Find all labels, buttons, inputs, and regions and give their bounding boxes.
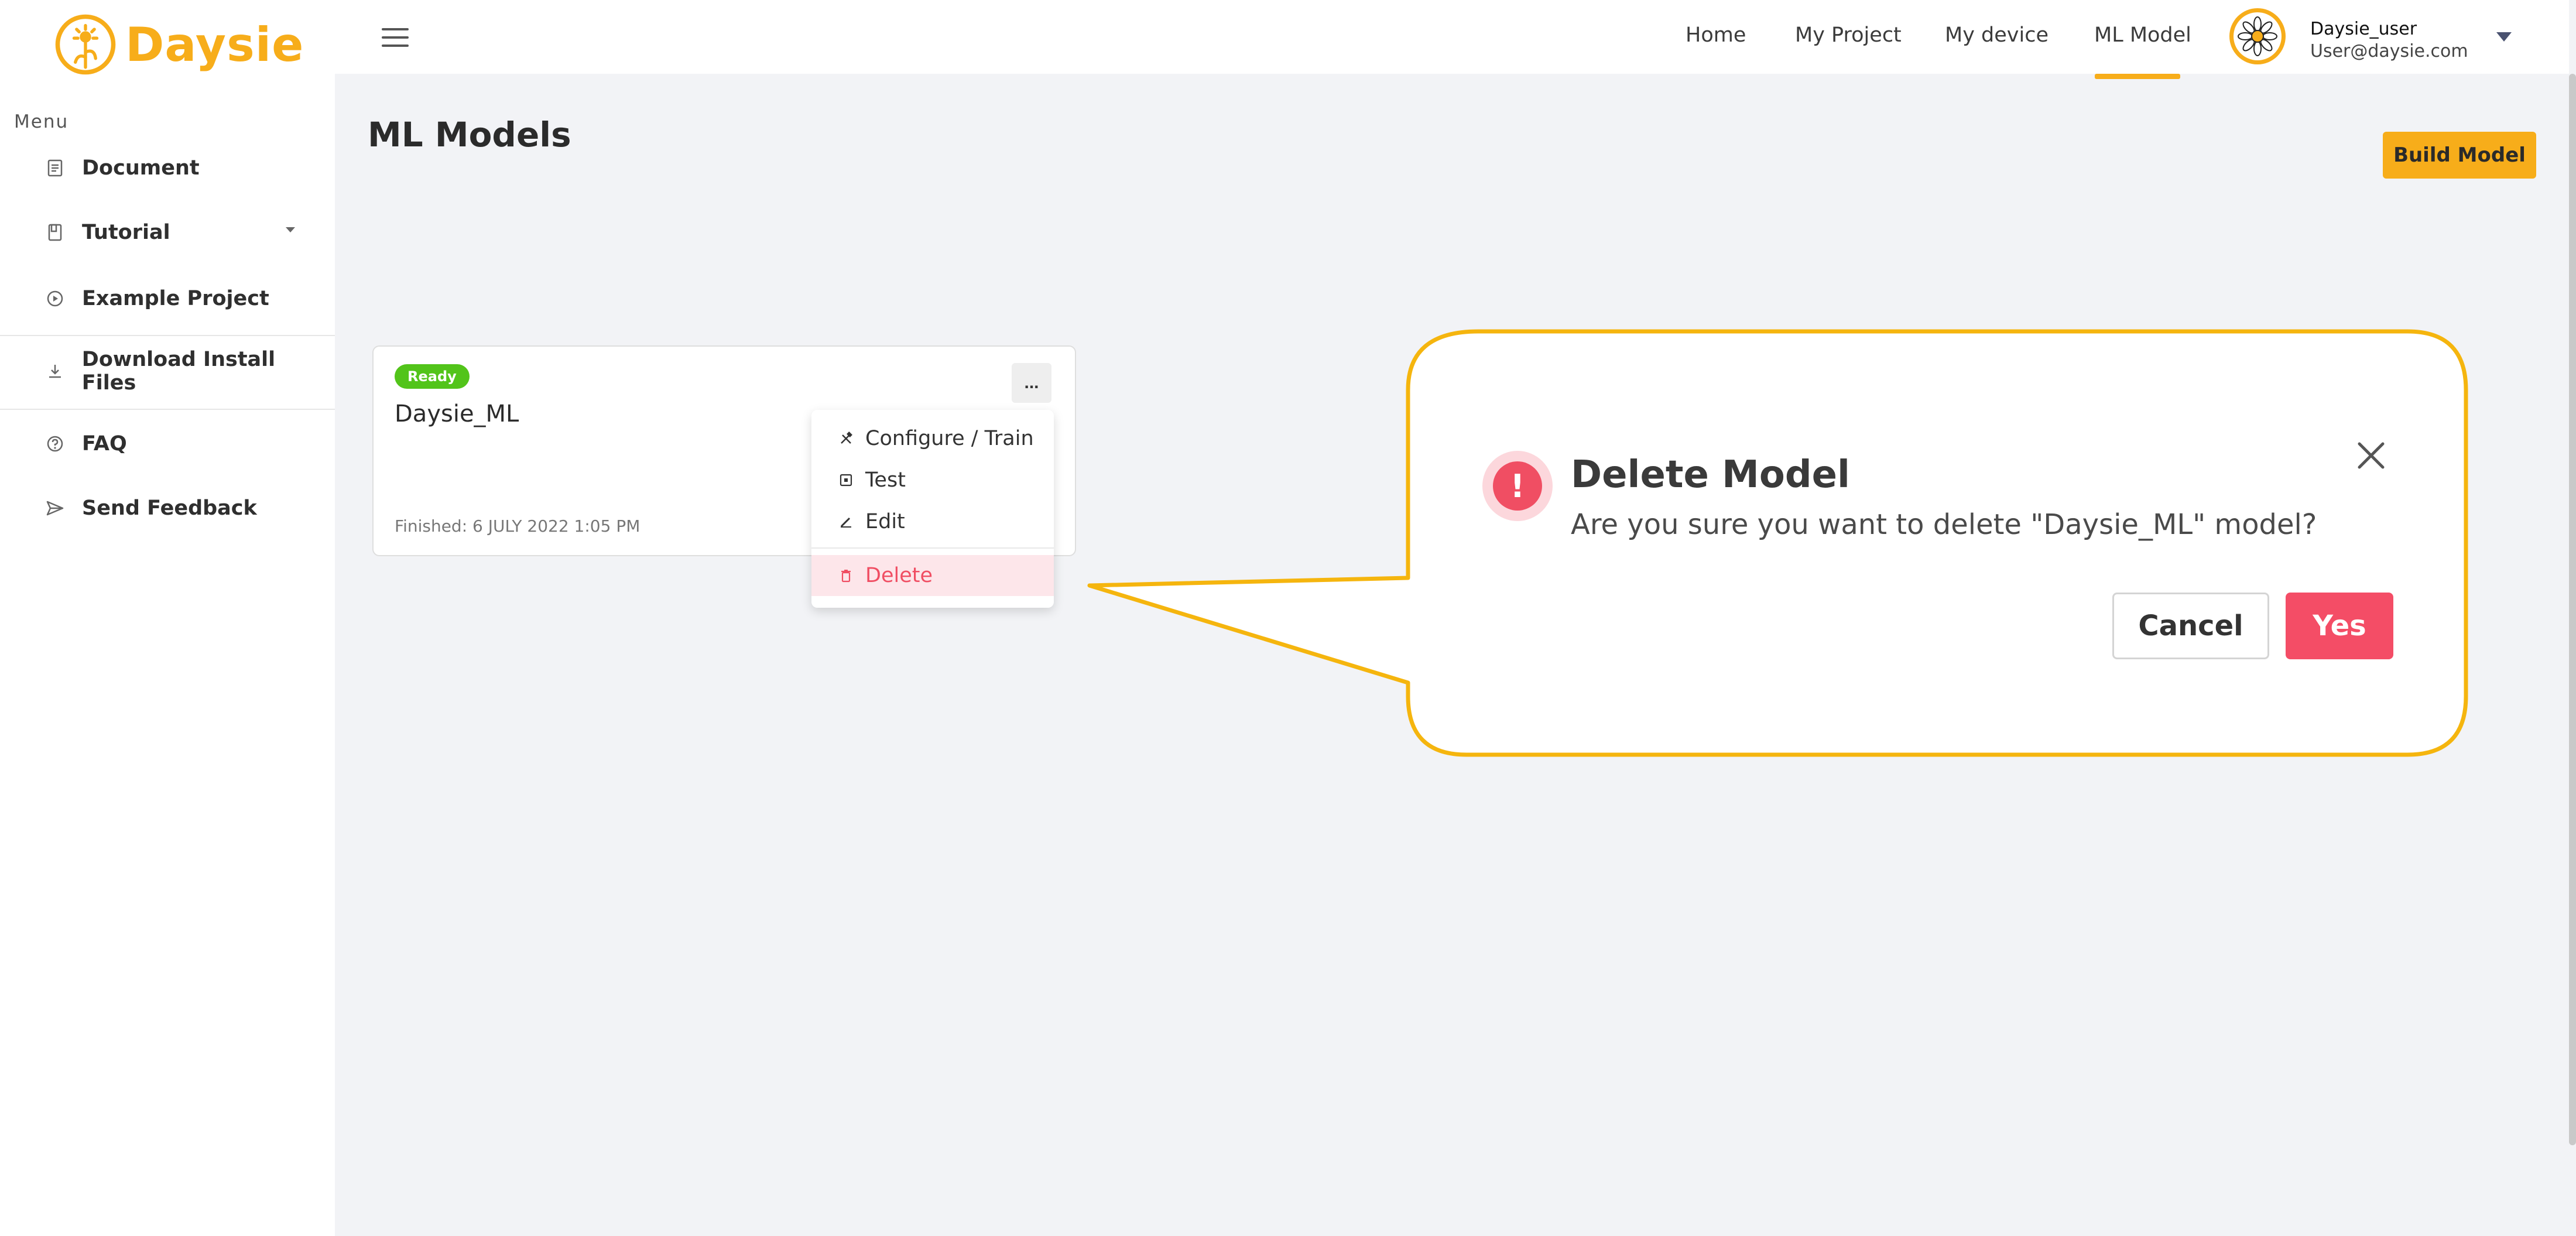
sidebar-item-example-project[interactable]: Example Project <box>46 278 269 319</box>
page-title: ML Models <box>368 115 571 155</box>
menu-item-label: Test <box>865 468 906 492</box>
document-icon <box>46 159 64 177</box>
close-icon[interactable] <box>2354 438 2389 473</box>
dropdown-divider <box>811 547 1054 549</box>
model-finished-time: Finished: 6 JULY 2022 1:05 PM <box>395 516 640 536</box>
hamburger-menu-icon[interactable] <box>382 28 409 47</box>
menu-heading: Menu <box>14 111 69 132</box>
nav-active-indicator <box>2095 74 2180 79</box>
page-scrollbar[interactable] <box>2569 74 2576 1145</box>
warning-icon: ! <box>1482 451 1553 521</box>
trash-icon <box>838 568 854 583</box>
edit-icon <box>838 514 854 529</box>
tools-icon <box>838 431 854 446</box>
sidebar-item-send-feedback[interactable]: Send Feedback <box>46 488 257 529</box>
sidebar: Daysie Menu Document Tutorial Example Pr… <box>0 0 335 1236</box>
sidebar-item-tutorial[interactable]: Tutorial <box>46 212 170 253</box>
daysie-logo[interactable]: Daysie <box>54 13 304 76</box>
user-name: Daysie_user <box>2310 19 2417 39</box>
nav-ml-model[interactable]: ML Model <box>2094 23 2191 47</box>
chevron-down-icon[interactable] <box>286 227 295 232</box>
daysie-logo-icon <box>55 14 116 75</box>
sidebar-item-download-install-files[interactable]: Download Install Files <box>46 348 335 395</box>
nav-my-project[interactable]: My Project <box>1795 23 1902 47</box>
dialog-message: Are you sure you want to delete "Daysie_… <box>1571 508 2317 541</box>
model-options-dropdown: Configure / Train Test Edit Delete <box>811 410 1054 608</box>
cancel-button[interactable]: Cancel <box>2112 593 2269 659</box>
sidebar-item-faq[interactable]: FAQ <box>46 423 127 464</box>
sidebar-item-label: Download Install Files <box>81 348 276 395</box>
exclamation-icon: ! <box>1493 461 1542 511</box>
sidebar-divider <box>0 335 335 336</box>
sidebar-item-document[interactable]: Document <box>46 148 200 189</box>
more-options-button[interactable]: ... <box>1012 363 1051 403</box>
book-icon <box>46 223 64 242</box>
test-icon <box>838 473 854 488</box>
build-model-button[interactable]: Build Model <box>2383 132 2536 179</box>
sidebar-divider <box>0 409 335 410</box>
brand-name: Daysie <box>125 17 304 72</box>
daisy-avatar-icon <box>2238 16 2277 56</box>
question-circle-icon <box>46 434 64 453</box>
send-icon <box>46 499 64 518</box>
confirm-delete-button[interactable]: Yes <box>2286 593 2393 659</box>
sidebar-item-label: Tutorial <box>82 221 170 244</box>
menu-item-label: Configure / Train <box>865 427 1034 450</box>
nav-my-device[interactable]: My device <box>1945 23 2049 47</box>
download-icon <box>46 362 64 381</box>
user-menu-chevron-down-icon[interactable] <box>2496 32 2512 42</box>
sidebar-item-label: FAQ <box>82 432 127 456</box>
menu-item-configure-train[interactable]: Configure / Train <box>811 418 1054 459</box>
menu-item-label: Edit <box>865 510 905 533</box>
menu-item-test[interactable]: Test <box>811 460 1054 501</box>
sidebar-item-label: Document <box>82 156 200 180</box>
user-email: User@daysie.com <box>2310 41 2468 61</box>
nav-home[interactable]: Home <box>1686 23 1746 47</box>
play-circle-icon <box>46 289 64 308</box>
menu-item-edit[interactable]: Edit <box>811 501 1054 542</box>
status-badge: Ready <box>395 364 470 389</box>
menu-item-delete[interactable]: Delete <box>811 555 1054 596</box>
sidebar-item-label: Send Feedback <box>82 497 257 520</box>
menu-item-label: Delete <box>865 564 933 587</box>
model-name: Daysie_ML <box>395 400 519 427</box>
dialog-title: Delete Model <box>1571 453 1850 497</box>
sidebar-item-label: Example Project <box>82 287 269 310</box>
avatar[interactable] <box>2229 8 2286 64</box>
